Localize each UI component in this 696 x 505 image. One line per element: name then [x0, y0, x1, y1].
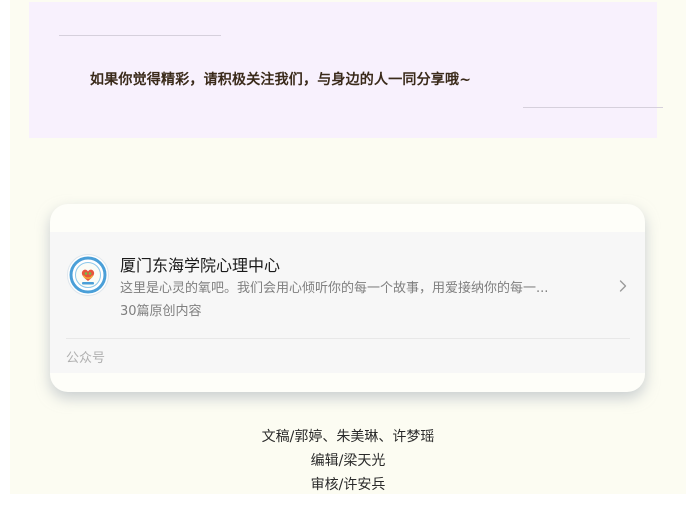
credit-reviewer: 审核/许安兵 — [310, 477, 386, 493]
article-page: 如果你觉得精彩，请积极关注我们，与身边的人一同分享哦~ 厦门东海学院心理中心 这… — [0, 0, 696, 505]
school-logo-icon — [67, 254, 109, 296]
credit-writers: 文稿/郭婷、朱美琳、许梦瑶 — [261, 429, 435, 445]
follow-promo-text: 如果你觉得精彩，请积极关注我们，与身边的人一同分享哦~ — [90, 72, 472, 88]
official-account-card-body[interactable]: 厦门东海学院心理中心 这里是心灵的氧吧。我们会用心倾听你的每一个故事，用爱接纳你… — [50, 232, 645, 373]
chevron-right-icon[interactable] — [616, 278, 630, 292]
credit-editor: 编辑/梁天光 — [310, 453, 386, 469]
promo-divider-bottom — [523, 107, 663, 108]
promo-divider-top — [59, 35, 221, 36]
official-account-card[interactable]: 厦门东海学院心理中心 这里是心灵的氧吧。我们会用心倾听你的每一个故事，用爱接纳你… — [50, 204, 645, 392]
account-type-label: 公众号 — [66, 351, 106, 366]
account-name: 厦门东海学院心理中心 — [120, 256, 281, 275]
account-description: 这里是心灵的氧吧。我们会用心倾听你的每一个故事，用爱接纳你的每一... — [120, 281, 549, 296]
card-divider — [66, 338, 630, 339]
original-content-count: 30篇原创内容 — [120, 304, 202, 319]
follow-promo-box: 如果你觉得精彩，请积极关注我们，与身边的人一同分享哦~ — [29, 2, 663, 138]
